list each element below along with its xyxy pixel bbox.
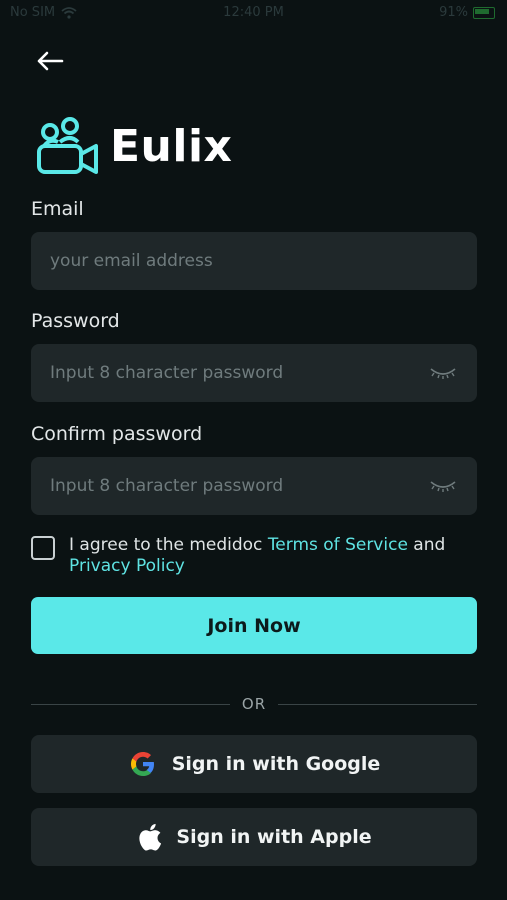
- status-time: 12:40 PM: [223, 5, 284, 20]
- status-bar: No SIM 12:40 PM 91%: [0, 0, 507, 28]
- google-icon: [130, 752, 154, 776]
- join-now-button[interactable]: Join Now: [31, 597, 477, 654]
- battery-percent: 91%: [439, 5, 468, 20]
- status-right: 91%: [439, 5, 495, 20]
- divider-line: [278, 703, 478, 705]
- divider-line: [31, 703, 230, 705]
- terms-agreement: I agree to the medidoc Terms of Service …: [31, 535, 477, 577]
- confirm-password-label: Confirm password: [31, 423, 203, 445]
- brand-name: Eulix: [110, 120, 233, 172]
- agreement-text: I agree to the medidoc Terms of Service …: [69, 535, 477, 577]
- eye-closed-icon[interactable]: [429, 478, 457, 494]
- google-signin-button[interactable]: Sign in with Google: [31, 735, 477, 793]
- confirm-password-field-container: [31, 457, 477, 515]
- apple-icon: [139, 823, 162, 851]
- email-field-container: [31, 232, 477, 290]
- battery-icon: [473, 6, 495, 19]
- back-button[interactable]: [34, 46, 66, 76]
- apple-signin-button[interactable]: Sign in with Apple: [31, 808, 477, 866]
- back-arrow-icon: [37, 51, 64, 71]
- password-field[interactable]: [31, 363, 429, 383]
- confirm-password-field[interactable]: [31, 476, 429, 496]
- privacy-policy-link[interactable]: Privacy Policy: [69, 556, 185, 576]
- or-label: OR: [241, 695, 267, 713]
- password-field-container: [31, 344, 477, 402]
- agreement-and: and: [407, 535, 446, 555]
- email-label: Email: [31, 198, 84, 220]
- agreement-prefix: I agree to the medidoc: [69, 535, 268, 555]
- brand-logo: Eulix: [36, 116, 232, 176]
- agree-checkbox[interactable]: [31, 536, 55, 560]
- video-people-icon: [37, 117, 98, 174]
- terms-of-service-link[interactable]: Terms of Service: [268, 535, 408, 555]
- or-divider: OR: [31, 694, 478, 714]
- eye-closed-icon[interactable]: [429, 365, 457, 381]
- google-signin-label: Sign in with Google: [171, 753, 381, 775]
- email-field[interactable]: [31, 251, 477, 271]
- password-label: Password: [31, 310, 120, 332]
- apple-signin-label: Sign in with Apple: [176, 826, 372, 848]
